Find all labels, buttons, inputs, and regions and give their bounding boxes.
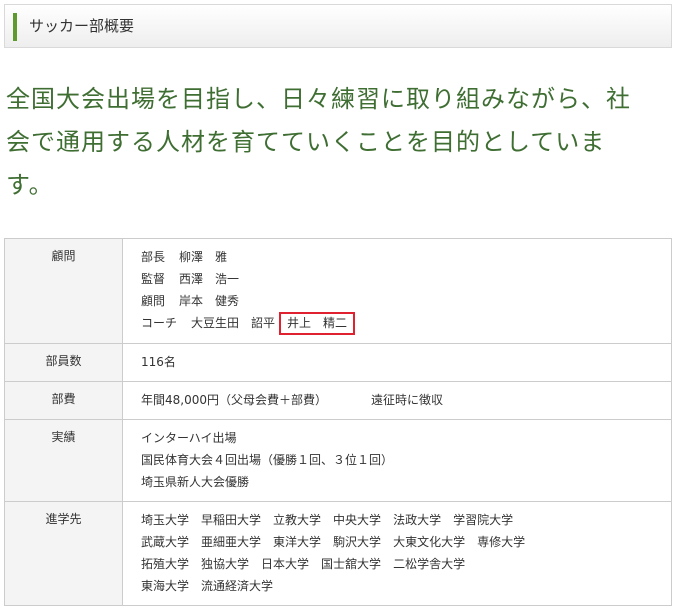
career-line: 拓殖大学 独協大学 日本大学 国士舘大学 二松学舎大学: [141, 553, 661, 575]
career-line: 武蔵大学 亜細亜大学 東洋大学 駒沢大学 大東文化大学 専修大学: [141, 531, 661, 553]
members-value: 116名: [122, 343, 672, 382]
university-name: 流通経済大学: [201, 579, 274, 593]
advisor-name: 柳澤 雅: [179, 250, 228, 264]
highlighted-coach-name: 井上 精二: [279, 312, 356, 335]
university-name: 大東文化大学: [393, 535, 466, 549]
advisor-role: コーチ: [141, 316, 178, 330]
advisor-name: 岸本 健秀: [179, 294, 240, 308]
university-name: 独協大学: [201, 557, 250, 571]
university-name: 日本大学: [261, 557, 310, 571]
lead-paragraph: 全国大会出場を目指し、日々練習に取り組みながら、社 会で通用する人材を育てていく…: [6, 78, 656, 207]
advisor-line: 部長 柳澤 雅: [141, 246, 661, 268]
row-label-members: 部員数: [4, 343, 123, 382]
section-accent-bar: [13, 13, 17, 41]
university-name: 中央大学: [333, 513, 382, 527]
row-label-fee: 部費: [4, 381, 123, 420]
table-row-results: 実績 インターハイ出場 国民体育大会４回出場（優勝１回、３位１回） 埼玉県新人大…: [4, 419, 672, 502]
advisor-role: 顧問: [141, 294, 166, 308]
university-name: 法政大学: [393, 513, 442, 527]
table-row-advisor: 顧問 部長 柳澤 雅 監督 西澤 浩一 顧問 岸本 健秀 コーチ 大豆生田 詔平 井上 精…: [4, 238, 672, 344]
university-name: 専修大学: [477, 535, 526, 549]
lead-line: す。: [6, 171, 54, 199]
results-line: 国民体育大会４回出場（優勝１回、３位１回）: [141, 453, 394, 467]
results-line: 埼玉県新人大会優勝: [141, 475, 250, 489]
university-name: 埼玉大学: [141, 513, 190, 527]
table-row-fee: 部費 年間48,000円（父母会費＋部費） 遠征時に徴収: [4, 381, 672, 420]
university-name: 学習院大学: [453, 513, 514, 527]
university-name: 東海大学: [141, 579, 190, 593]
section-title: サッカー部概要: [29, 17, 135, 35]
university-name: 拓殖大学: [141, 557, 190, 571]
university-name: 駒沢大学: [333, 535, 382, 549]
advisor-name: 大豆生田 詔平: [191, 316, 276, 330]
university-name: 亜細亜大学: [201, 535, 262, 549]
row-label-results: 実績: [4, 419, 123, 502]
fee-cell: 年間48,000円（父母会費＋部費） 遠征時に徴収: [122, 381, 672, 420]
fee-value: 年間48,000円（父母会費＋部費）: [141, 393, 327, 407]
advisor-line: コーチ 大豆生田 詔平 井上 精二: [141, 312, 661, 335]
university-name: 早稲田大学: [201, 513, 262, 527]
overview-table: 顧問 部長 柳澤 雅 監督 西澤 浩一 顧問 岸本 健秀 コーチ 大豆生田 詔平 井上 精…: [4, 238, 672, 606]
lead-line: 全国大会出場を目指し、日々練習に取り組みながら、社: [6, 85, 631, 113]
university-name: 二松学舎大学: [393, 557, 466, 571]
table-row-members: 部員数 116名: [4, 343, 672, 382]
advisor-cell: 部長 柳澤 雅 監督 西澤 浩一 顧問 岸本 健秀 コーチ 大豆生田 詔平 井上 精二: [122, 238, 672, 344]
advisor-line: 顧問 岸本 健秀: [141, 290, 661, 312]
university-name: 立教大学: [273, 513, 322, 527]
advisor-name: 西澤 浩一: [179, 272, 240, 286]
university-name: 国士舘大学: [321, 557, 382, 571]
section-header: サッカー部概要: [4, 4, 672, 48]
results-cell: インターハイ出場 国民体育大会４回出場（優勝１回、３位１回） 埼玉県新人大会優勝: [122, 419, 672, 502]
advisor-role: 部長: [141, 250, 166, 264]
university-name: 武蔵大学: [141, 535, 190, 549]
career-line: 埼玉大学 早稲田大学 立教大学 中央大学 法政大学 学習院大学: [141, 509, 661, 531]
results-line: インターハイ出場: [141, 431, 237, 445]
advisor-line: 監督 西澤 浩一: [141, 268, 661, 290]
lead-line: 会で通用する人材を育てていくことを目的としていま: [6, 128, 606, 156]
row-label-advisor: 顧問: [4, 238, 123, 344]
fee-note: 遠征時に徴収: [371, 393, 444, 407]
university-name: 東洋大学: [273, 535, 322, 549]
advisor-role: 監督: [141, 272, 166, 286]
career-line: 東海大学 流通経済大学: [141, 575, 661, 597]
